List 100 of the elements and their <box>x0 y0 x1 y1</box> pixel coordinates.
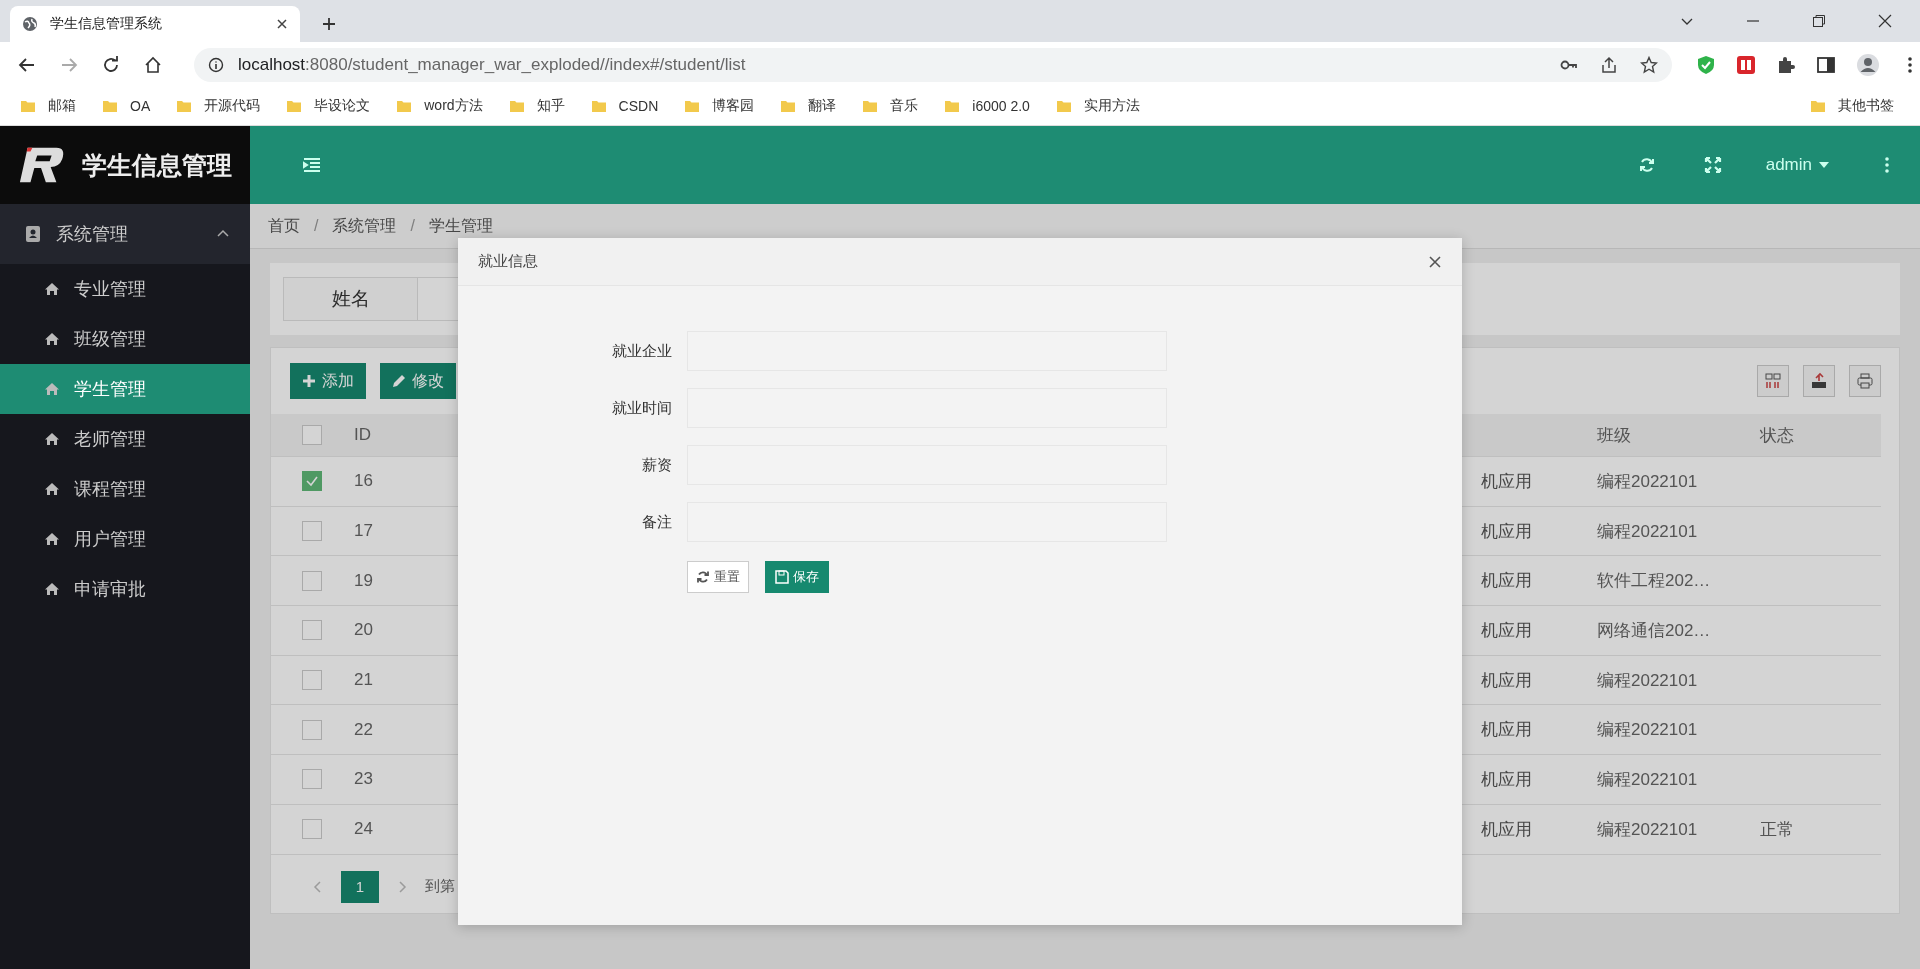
browser-tab[interactable]: 学生信息管理系统 <box>10 6 300 42</box>
table-cell: 23 <box>354 769 373 789</box>
reload-icon[interactable] <box>102 55 120 74</box>
dialog-title: 就业信息 <box>478 252 538 271</box>
bookmark[interactable]: i6000 2.0 <box>944 98 1030 114</box>
row-checkbox[interactable] <box>302 521 322 542</box>
table-cell: 20 <box>354 620 373 640</box>
shield-icon[interactable] <box>1696 54 1716 75</box>
table-cell: 编程2022101 <box>1597 819 1698 839</box>
home-icon[interactable] <box>144 55 162 74</box>
export-button[interactable] <box>1803 365 1835 397</box>
table-cell: 16 <box>354 471 373 491</box>
bookmark[interactable]: 邮箱 <box>20 97 76 115</box>
page-button[interactable]: 1 <box>341 870 379 903</box>
side-panel-icon[interactable] <box>1816 54 1836 75</box>
bookmark[interactable]: CSDN <box>590 98 659 114</box>
row-checkbox[interactable] <box>302 620 322 641</box>
table-cell: 机应用 <box>1481 521 1532 541</box>
row-checkbox[interactable] <box>302 570 322 591</box>
row-checkbox[interactable] <box>302 471 322 492</box>
field-label: 薪资 <box>641 455 672 475</box>
table-cell: 机应用 <box>1481 471 1532 491</box>
profile-icon[interactable] <box>1856 52 1880 77</box>
bookmark[interactable]: 翻译 <box>780 97 837 115</box>
folder-icon <box>684 98 701 114</box>
info-icon <box>208 56 224 73</box>
home-icon <box>44 431 60 447</box>
field-label: 就业企业 <box>611 341 672 361</box>
column-header: 状态 <box>1760 425 1794 445</box>
row-checkbox[interactable] <box>302 769 322 790</box>
back-icon[interactable] <box>18 55 36 74</box>
column-header: 班级 <box>1597 425 1631 445</box>
fullscreen-icon[interactable] <box>1703 156 1722 174</box>
toolbar-button[interactable]: 修改 <box>380 363 456 399</box>
breadcrumb-link[interactable]: 首页 <box>268 215 300 237</box>
bookmark[interactable]: 实用方法 <box>1055 97 1140 115</box>
printer-icon <box>1856 372 1874 390</box>
home-icon <box>44 381 60 397</box>
share-icon[interactable] <box>1600 55 1618 74</box>
bookmark[interactable]: 音乐 <box>862 97 919 115</box>
reset-button[interactable]: 重置 <box>687 561 749 593</box>
row-checkbox[interactable] <box>302 670 322 691</box>
new-tab-icon[interactable] <box>322 17 336 31</box>
bookmark[interactable]: 知乎 <box>508 97 565 115</box>
forward-icon[interactable] <box>60 55 78 74</box>
table-cell: 19 <box>354 570 373 590</box>
column-header: ID <box>354 425 371 444</box>
restore-icon[interactable] <box>1812 14 1826 28</box>
bookmark[interactable]: OA <box>102 98 151 114</box>
save-button[interactable]: 保存 <box>765 561 829 593</box>
close-icon[interactable] <box>1878 14 1892 28</box>
sidebar-item[interactable]: 申请审批 <box>0 564 250 614</box>
table-cell: 编程2022101 <box>1597 521 1698 541</box>
star-icon[interactable] <box>1640 55 1658 74</box>
sidebar-group[interactable]: 系统管理 <box>0 204 250 264</box>
close-icon[interactable] <box>276 18 288 30</box>
close-icon[interactable] <box>1428 254 1442 269</box>
address-field[interactable]: localhost:8080/student_manager_war_exploded//index#/student/list <box>194 47 1672 82</box>
select-all-checkbox[interactable] <box>302 425 322 445</box>
sidebar-item[interactable]: 学生管理 <box>0 364 250 414</box>
folder-icon <box>102 98 118 114</box>
goto-label: 到第 <box>425 877 455 896</box>
bookmark[interactable]: 毕设论文 <box>286 97 371 115</box>
pencil-icon <box>392 374 406 388</box>
folder-icon <box>944 98 961 114</box>
table-cell: 正常 <box>1760 819 1794 839</box>
breadcrumb-link[interactable]: 学生管理 <box>428 215 493 237</box>
sidebar-item[interactable]: 专业管理 <box>0 264 250 314</box>
puzzle-icon[interactable] <box>1776 54 1796 75</box>
row-checkbox[interactable] <box>302 819 322 840</box>
table-cell: 机应用 <box>1481 620 1532 640</box>
sidebar-item[interactable]: 老师管理 <box>0 414 250 464</box>
sidebar-item[interactable]: 班级管理 <box>0 314 250 364</box>
columns-button[interactable] <box>1757 365 1789 397</box>
sidebar-item[interactable]: 课程管理 <box>0 464 250 514</box>
bookmark[interactable]: 博客园 <box>684 97 755 115</box>
field-label: 备注 <box>641 512 672 532</box>
table-cell: 24 <box>354 819 373 839</box>
refresh-icon[interactable] <box>1637 156 1656 174</box>
toolbar-button[interactable]: 添加 <box>290 363 366 399</box>
sidebar-item[interactable]: 用户管理 <box>0 514 250 564</box>
folder-icon <box>176 98 193 114</box>
logo-text: 学生信息管理 <box>82 149 232 181</box>
home-icon <box>44 281 60 297</box>
table-cell: 机应用 <box>1481 670 1532 690</box>
bookmark[interactable]: 开源代码 <box>176 97 261 115</box>
extension-badge-icon[interactable] <box>1736 54 1756 75</box>
menu-icon[interactable] <box>302 155 322 175</box>
bookmark[interactable]: word方法 <box>396 97 483 115</box>
home-icon <box>44 531 60 547</box>
breadcrumb-link[interactable]: 系统管理 <box>332 215 397 237</box>
bookmark[interactable]: 其他书签 <box>1810 97 1894 115</box>
home-icon <box>44 481 60 497</box>
breadcrumb-separator: / <box>410 217 415 235</box>
print-button[interactable] <box>1849 365 1881 397</box>
row-checkbox[interactable] <box>302 719 322 740</box>
table-cell: 机应用 <box>1481 720 1532 740</box>
user-menu[interactable]: admin <box>1765 155 1830 175</box>
field-label: 就业时间 <box>611 398 672 418</box>
table-cell: 22 <box>354 719 373 739</box>
